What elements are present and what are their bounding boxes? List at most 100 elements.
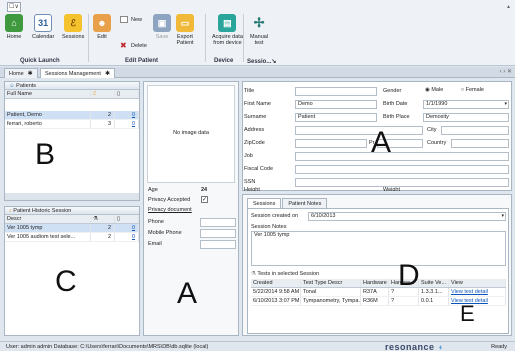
ribbon-collapse-icon[interactable]: ▲ — [506, 4, 511, 10]
address-label: Address — [244, 127, 265, 133]
save-icon: ▣ — [153, 14, 171, 32]
patients-scrollbar[interactable] — [5, 193, 139, 200]
birth-date-picker[interactable]: 1/1/1990 ▾ — [423, 100, 509, 109]
edit-button[interactable]: ☻ Edit — [93, 14, 111, 52]
ssn-field[interactable] — [295, 178, 509, 187]
privacy-document-link[interactable]: Privacy document — [148, 207, 192, 213]
col-created[interactable]: Created — [251, 279, 301, 287]
manual-test-button[interactable]: ✢ Manual test — [250, 14, 268, 52]
manual-test-icon: ✢ — [253, 15, 265, 30]
address-field[interactable] — [295, 126, 423, 135]
export-patient-button[interactable]: ▭ Export Patient — [176, 14, 194, 52]
folder-export-icon: ▭ — [176, 14, 194, 32]
sessions-tab-body: Session created on 6/10/2013 ▾ Session No… — [247, 208, 509, 334]
edit-label: Edit — [97, 34, 107, 40]
status-bar: User: admin admin Database: C:\Users\fer… — [0, 341, 515, 351]
gender-group: ◉ Male ○ Female — [423, 87, 509, 96]
annotation-b: B — [35, 138, 56, 171]
delete-button[interactable]: ✖ Delete — [120, 41, 147, 50]
cell-link[interactable]: 0 — [115, 233, 139, 241]
gender-label: Gender — [383, 88, 402, 94]
historic-panel-title: ♪ Patient Historic Session — [5, 207, 139, 215]
app-menu-button[interactable]: ☐∨ — [7, 2, 21, 12]
first-name-field[interactable]: Demo — [295, 100, 377, 109]
tab-patient-notes[interactable]: Patient Notes — [282, 198, 328, 208]
mobile-label: Mobile Phone — [148, 230, 182, 236]
cell-link[interactable]: 0 — [115, 120, 139, 128]
zipcode-label: ZipCode — [244, 140, 265, 146]
col-suite[interactable]: Suite Ve... — [419, 279, 449, 287]
patients-panel: ☺ Patients Full Name ℰ ▯ Patient, Demo 2… — [4, 81, 140, 201]
cell-link[interactable]: 0 — [115, 224, 139, 232]
chevron-down-icon[interactable]: ▾ — [504, 101, 507, 108]
patient-photo[interactable]: No image data — [147, 85, 235, 183]
privacy-checkbox[interactable]: ✓ — [201, 196, 208, 203]
home-button[interactable]: ⌂ Home — [5, 14, 23, 52]
new-label: New — [131, 16, 143, 23]
device-icon: ▤ — [218, 14, 237, 32]
close-icon[interactable]: ✱ — [105, 71, 110, 77]
col-tests-icon[interactable]: ⚗ — [91, 215, 115, 223]
col-sessions-icon[interactable]: ℰ — [91, 90, 115, 98]
cell-created: 6/10/2013 3:07 PM — [253, 297, 301, 305]
table-row[interactable]: 5/22/2014 9:58 AM Tonal R37A ? 1.3.3.1..… — [251, 288, 506, 297]
city-field[interactable] — [441, 126, 509, 135]
col-docs-icon[interactable]: ▯ — [115, 215, 139, 223]
col-hardware[interactable]: Hardware — [361, 279, 389, 287]
birth-date-value: 1/1/1990 — [426, 101, 448, 107]
manual-label: Manual test — [250, 34, 269, 46]
privacy-label: Privacy Accepted — [148, 197, 191, 203]
col-view[interactable]: View — [449, 279, 506, 287]
col-test-type[interactable]: Test Type Descr — [301, 279, 361, 287]
cell-descr: Ver 1005 audiom test sele... — [5, 233, 91, 241]
email-field[interactable] — [200, 240, 236, 249]
surname-label: Surname — [244, 114, 267, 120]
chevron-down-icon[interactable]: ▾ — [501, 213, 504, 220]
historic-title: Patient Historic Session — [13, 208, 72, 214]
save-button[interactable]: ▣ Save — [153, 14, 171, 52]
new-button[interactable]: New — [120, 15, 142, 24]
age-label: Age — [148, 187, 158, 193]
country-label: Country — [427, 140, 447, 146]
col-docs-icon[interactable]: ▯ — [115, 90, 139, 98]
cell-suite: 0.0.1 — [419, 297, 449, 305]
view-test-detail-link[interactable]: View test detail — [449, 297, 506, 305]
cell-hardware2: ? — [389, 297, 419, 305]
birth-place-field[interactable]: Demoxity — [423, 113, 509, 122]
session-notes-field[interactable]: Ver 1005 tymp — [251, 231, 506, 266]
close-icon[interactable]: ✱ — [28, 71, 33, 77]
sessions-button[interactable]: ℰ Sessions — [62, 14, 84, 52]
email-label: Email — [148, 241, 162, 247]
table-row[interactable]: Ver 1005 tymp 2 0 — [5, 224, 139, 233]
table-row[interactable]: Patient, Demo 2 0 — [5, 111, 139, 120]
view-test-detail-link[interactable]: View test detail — [449, 288, 506, 296]
session-notes-label: Session Notes — [251, 224, 287, 230]
session-created-select[interactable]: 6/10/2013 ▾ — [308, 212, 506, 221]
acquire-data-button[interactable]: ▤ Acquire data from device — [212, 14, 243, 52]
col-descr[interactable]: Descr — [5, 215, 91, 223]
group-session[interactable]: Sessio...↘ — [247, 58, 276, 65]
city-label: City — [427, 127, 437, 133]
title-field[interactable] — [295, 87, 377, 96]
patients-filter-row[interactable] — [5, 99, 139, 111]
surname-field[interactable]: Patient — [295, 113, 377, 122]
fiscal-code-field[interactable] — [295, 165, 509, 174]
annotation-c: C — [55, 265, 77, 298]
female-radio[interactable]: ○ Female — [461, 87, 484, 93]
tab-home[interactable]: Home ✱ — [4, 68, 38, 78]
cell-link[interactable]: 0 — [115, 111, 139, 119]
phone-field[interactable] — [200, 218, 236, 227]
country-field[interactable] — [451, 139, 509, 148]
tab-sessions-management[interactable]: Sessions Management ✱ — [40, 68, 115, 78]
tab-scroll-close-icon[interactable]: ‹ › ✕ — [500, 68, 512, 75]
male-radio[interactable]: ◉ Male — [425, 87, 443, 93]
table-row[interactable]: Ver 1005 audiom test sele... 2 0 — [5, 233, 139, 242]
tab-sessions[interactable]: Sessions — [247, 198, 282, 208]
col-full-name[interactable]: Full Name — [5, 90, 91, 98]
calendar-button[interactable]: 31 Calendar — [32, 14, 54, 52]
job-field[interactable] — [295, 152, 509, 161]
table-row[interactable]: ferrari, roberto 3 0 — [5, 120, 139, 129]
phone-label: Phone — [148, 219, 164, 225]
mobile-field[interactable] — [200, 229, 236, 238]
zipcode-field[interactable] — [295, 139, 367, 148]
